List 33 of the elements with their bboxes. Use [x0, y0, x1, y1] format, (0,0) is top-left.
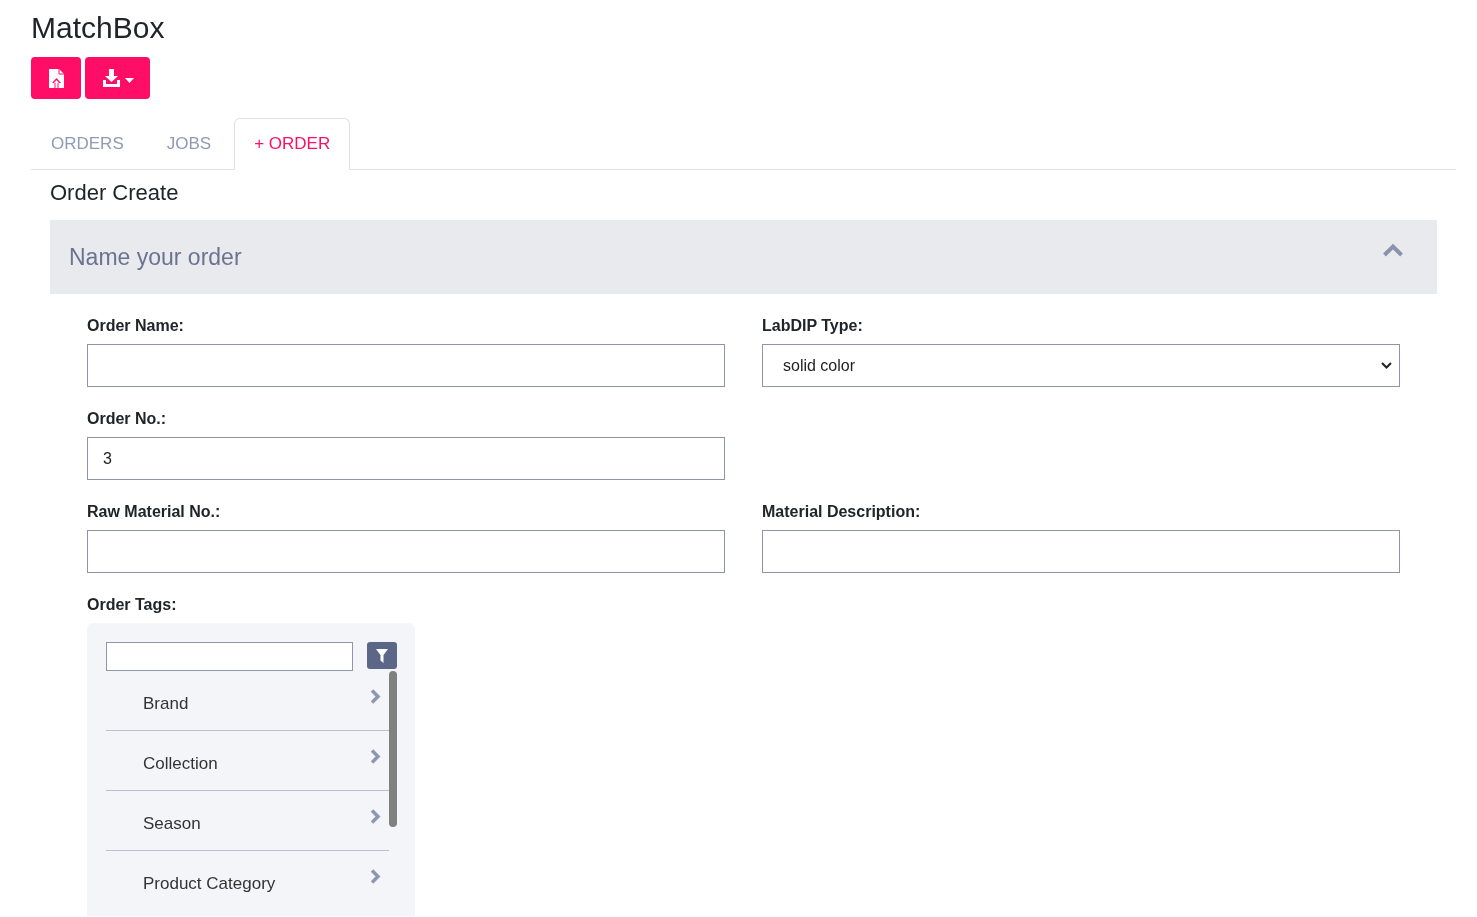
field-label: Order Name: [87, 316, 184, 335]
input-field[interactable]: 3 [87, 437, 725, 480]
chevron-right-icon [370, 869, 381, 884]
page-heading: Order Create [50, 180, 179, 206]
caret-down-icon [124, 77, 134, 83]
download-button[interactable] [85, 57, 150, 99]
select-field[interactable]: solid color [762, 344, 1400, 387]
input-field[interactable] [87, 344, 725, 387]
field-label: Order No.: [87, 409, 167, 428]
field-label: LabDIP Type: [762, 316, 863, 335]
chevron-right-icon [370, 749, 381, 764]
section-title: Name your order [69, 243, 242, 271]
upload-file-button[interactable] [31, 57, 81, 99]
chevron-down-icon [1381, 362, 1392, 369]
download-icon [102, 69, 120, 87]
field-label: Order Tags: [87, 595, 177, 614]
input-field[interactable] [762, 530, 1400, 573]
section-header[interactable]: Name your order [50, 220, 1437, 294]
scrollbar[interactable] [389, 671, 397, 827]
app-title: MatchBox [31, 11, 165, 45]
field-label: Material Description: [762, 502, 921, 521]
input-field[interactable] [87, 530, 725, 573]
tag-category-item[interactable]: Season [106, 791, 389, 851]
filter-icon [376, 648, 388, 663]
tag-category-item[interactable]: Product Category [106, 851, 389, 911]
tag-search-field[interactable] [106, 642, 353, 671]
filter-button[interactable] [367, 642, 397, 669]
chevron-up-icon[interactable] [1382, 243, 1404, 257]
chevron-right-icon [370, 689, 381, 704]
chevron-right-icon [370, 809, 381, 824]
file-upload-icon [48, 68, 64, 88]
field-label: Raw Material No.: [87, 502, 221, 521]
tab[interactable]: + ORDER [234, 118, 351, 170]
